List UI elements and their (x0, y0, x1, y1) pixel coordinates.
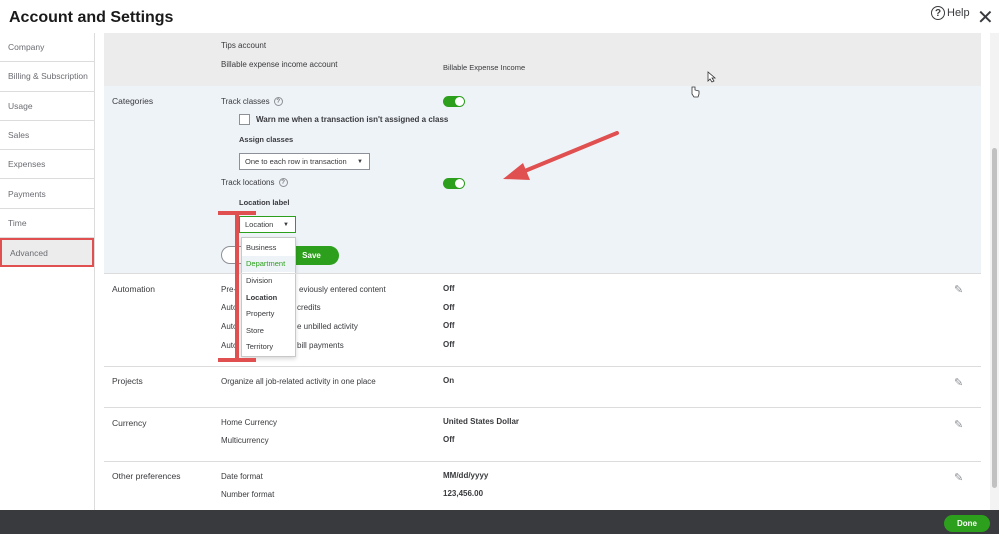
categories-title: Categories (112, 96, 154, 106)
automation-row-value: Off (443, 321, 455, 330)
help-icon: ? (931, 6, 945, 20)
assign-classes-value: One to each row in transaction (245, 157, 347, 166)
number-format-value: 123,456.00 (443, 489, 484, 498)
dropdown-option-property[interactable]: Property (242, 305, 295, 322)
dropdown-option-division[interactable]: Division (242, 272, 295, 289)
chevron-down-icon: ▼ (283, 221, 289, 228)
section-divider (104, 366, 981, 367)
sidebar-item-sales[interactable]: Sales (0, 121, 94, 151)
automation-row-label-tail: bill payments (297, 341, 344, 350)
track-locations-toggle[interactable] (443, 178, 465, 189)
footer-bar: Done (0, 510, 999, 534)
currency-title: Currency (112, 418, 147, 428)
dropdown-option-business[interactable]: Business (242, 239, 295, 256)
section-divider (104, 407, 981, 408)
billable-account-value: Billable Expense Income (443, 63, 526, 72)
help-circle-icon[interactable]: ? (273, 97, 283, 107)
sidebar-item-time[interactable]: Time (0, 209, 94, 239)
dropdown-option-territory[interactable]: Territory (242, 339, 295, 356)
projects-value: On (443, 376, 455, 385)
sidebar: Company Billing & Subscription Usage Sal… (0, 33, 95, 513)
automation-row-label-tail: credits (297, 303, 321, 312)
track-classes-toggle[interactable] (443, 96, 465, 107)
automation-row-label: Auto (221, 322, 238, 331)
warn-class-label: Warn me when a transaction isn't assigne… (256, 115, 449, 124)
scrollbar-thumb[interactable] (992, 148, 997, 488)
track-classes-text: Track classes (221, 97, 270, 106)
scrollbar[interactable] (990, 33, 999, 513)
assign-classes-select[interactable]: One to each row in transaction ▼ (239, 153, 370, 170)
pencil-icon[interactable]: ✎ (954, 418, 963, 431)
location-label-value: Location (245, 220, 274, 229)
home-currency-value: United States Dollar (443, 417, 520, 426)
warn-class-checkbox[interactable] (239, 114, 250, 125)
page-title: Account and Settings (9, 9, 174, 26)
help-button[interactable]: ? Help (931, 6, 970, 20)
automation-row-label-tail: eviously entered content (299, 285, 386, 294)
automation-row-label-tail: e unbilled activity (297, 322, 358, 331)
section-divider (104, 461, 981, 462)
projects-title: Projects (112, 376, 143, 386)
automation-row-value: Off (443, 340, 455, 349)
projects-label: Organize all job-related activity in one… (221, 377, 376, 386)
assign-classes-label: Assign classes (239, 135, 294, 144)
other-preferences-title: Other preferences (112, 471, 181, 481)
pencil-icon[interactable]: ✎ (954, 376, 963, 389)
number-format-label: Number format (221, 490, 275, 499)
sidebar-item-advanced[interactable]: Advanced (0, 238, 94, 268)
chevron-down-icon: ▼ (357, 158, 363, 165)
automation-row-label: Auto (221, 303, 238, 312)
location-label-title: Location label (239, 198, 290, 207)
help-label: Help (947, 7, 970, 19)
track-locations-label: Track locations? (221, 178, 288, 188)
automation-title: Automation (112, 284, 155, 294)
pencil-icon[interactable]: ✎ (954, 283, 963, 296)
location-label-select[interactable]: Location ▼ (239, 216, 296, 233)
location-label-dropdown: Business Department Division Location Pr… (241, 237, 296, 357)
track-classes-label: Track classes? (221, 97, 283, 107)
section-divider (104, 273, 981, 274)
help-circle-icon[interactable]: ? (278, 178, 288, 188)
sidebar-item-expenses[interactable]: Expenses (0, 150, 94, 180)
close-icon[interactable]: ✕ (977, 5, 994, 30)
dropdown-option-store[interactable]: Store (242, 322, 295, 339)
home-currency-label: Home Currency (221, 418, 278, 427)
dropdown-option-department[interactable]: Department (242, 255, 295, 273)
tips-account-label: Tips account (221, 41, 267, 50)
automation-row-label: Pre- (221, 285, 237, 294)
sidebar-item-billing[interactable]: Billing & Subscription (0, 62, 94, 92)
track-locations-text: Track locations (221, 178, 275, 187)
multicurrency-label: Multicurrency (221, 436, 269, 445)
multicurrency-value: Off (443, 435, 455, 444)
automation-row-value: Off (443, 284, 455, 293)
settings-content: Tips account Billable expense income acc… (104, 33, 981, 513)
sidebar-item-usage[interactable]: Usage (0, 92, 94, 121)
done-button[interactable]: Done (944, 515, 990, 532)
sidebar-item-payments[interactable]: Payments (0, 179, 94, 209)
sidebar-item-company[interactable]: Company (0, 33, 94, 63)
automation-row-label: Auto (221, 341, 238, 350)
billable-account-label: Billable expense income account (221, 60, 338, 69)
date-format-value: MM/dd/yyyy (443, 471, 489, 480)
date-format-label: Date format (221, 472, 263, 481)
dropdown-option-location[interactable]: Location (242, 289, 295, 306)
automation-row-value: Off (443, 303, 455, 312)
pencil-icon[interactable]: ✎ (954, 471, 963, 484)
